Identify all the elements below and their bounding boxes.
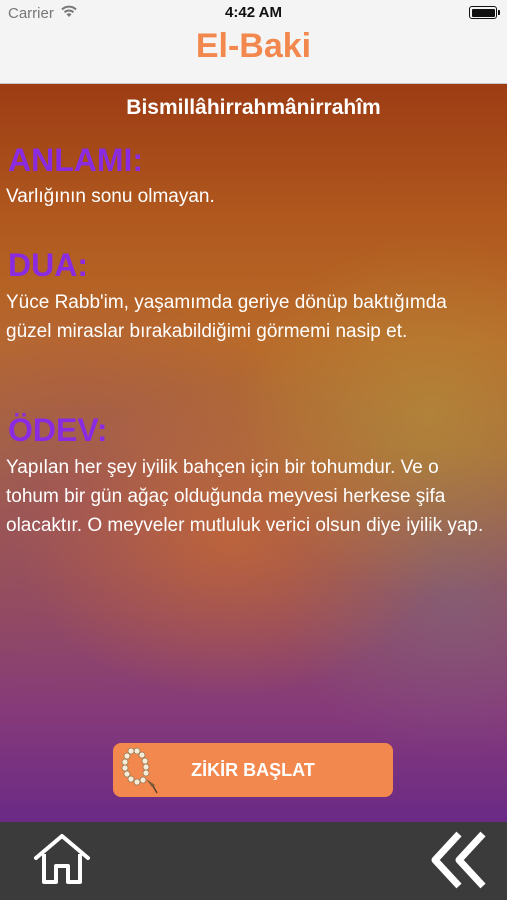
anlami-heading: ANLAMI: bbox=[8, 142, 144, 178]
battery-icon bbox=[469, 6, 500, 19]
odev-text: Yapılan her şey iyilik bahçen için bir t… bbox=[6, 457, 484, 536]
anlami-text: Varlığının sonu olmayan. bbox=[6, 186, 215, 207]
double-chevron-left-icon bbox=[427, 831, 491, 896]
home-icon bbox=[30, 834, 94, 892]
home-button[interactable] bbox=[30, 830, 94, 888]
navigation-bar: El-Baki bbox=[0, 26, 507, 84]
odev-heading: ÖDEV: bbox=[8, 412, 108, 448]
dua-text: Yüce Rabb'im, yaşamımda geriye dönüp bak… bbox=[6, 292, 447, 342]
content-area: Bismillâhirrahmânirrahîm ANLAMI: Varlığı… bbox=[0, 84, 507, 822]
bismillah-text: Bismillâhirrahmânirrahîm bbox=[126, 96, 381, 119]
status-bar: Carrier 4:42 AM bbox=[0, 0, 507, 26]
bottom-bar bbox=[0, 822, 507, 900]
zikir-start-button[interactable]: ZİKİR BAŞLAT bbox=[113, 743, 393, 797]
dua-heading: DUA: bbox=[8, 247, 88, 283]
page-title: El-Baki bbox=[195, 27, 312, 65]
back-button[interactable] bbox=[427, 828, 491, 892]
zikir-button-label: ZİKİR BAŞLAT bbox=[191, 760, 315, 780]
status-time: 4:42 AM bbox=[225, 4, 282, 21]
